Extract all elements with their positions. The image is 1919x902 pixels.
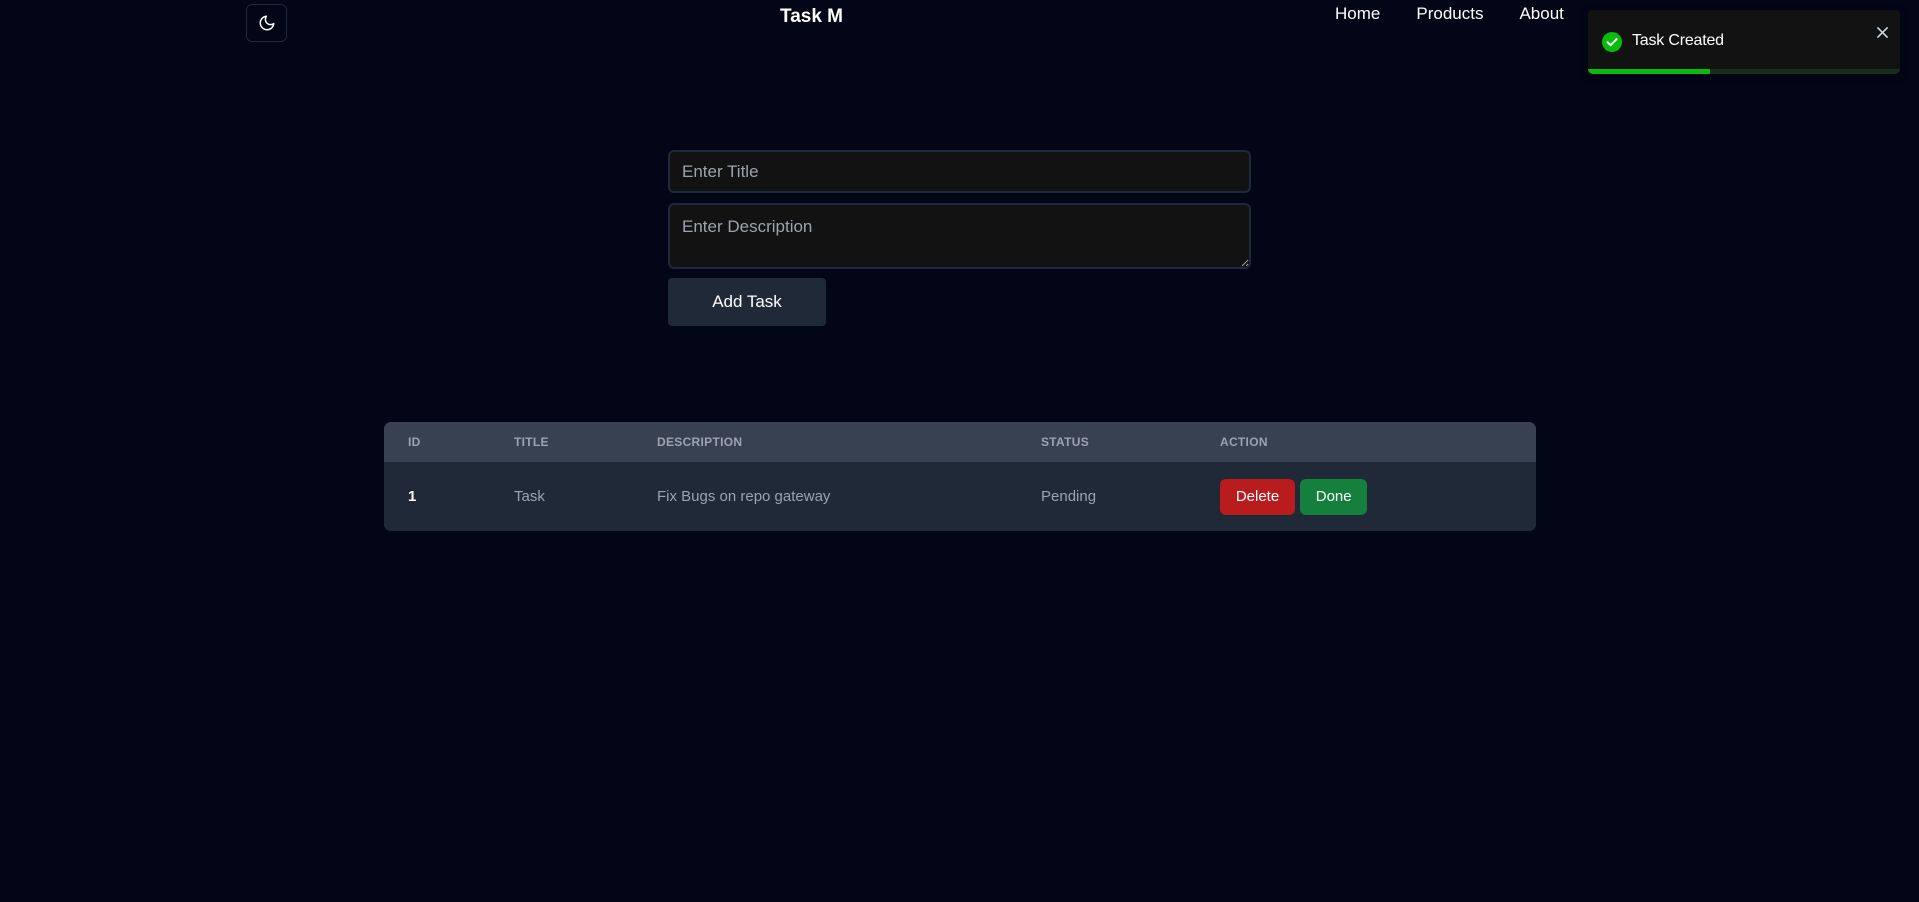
moon-icon	[259, 15, 274, 31]
toast-progress-track	[1588, 69, 1900, 74]
cell-status: Pending	[1041, 488, 1097, 505]
nav-link-home[interactable]: Home	[1335, 4, 1380, 28]
description-input[interactable]	[668, 203, 1251, 269]
page: Task M Home Products About Task Created …	[0, 0, 1919, 902]
cell-action: Delete Done	[1196, 462, 1536, 531]
header-title: TITLE	[514, 435, 549, 449]
success-toast[interactable]: Task Created	[1588, 10, 1900, 74]
delete-button[interactable]: Delete	[1220, 478, 1295, 515]
nav-link-about[interactable]: About	[1519, 4, 1563, 28]
header-id: ID	[408, 435, 421, 449]
task-form: Add Task	[668, 150, 1251, 326]
task-table: ID TITLE DESCRIPTION STATUS ACTION 1 Tas…	[384, 422, 1536, 531]
title-input[interactable]	[668, 150, 1251, 193]
cell-title: Task	[514, 488, 545, 505]
main-nav: Home Products About	[1335, 4, 1600, 28]
add-task-button[interactable]: Add Task	[668, 278, 826, 326]
toast-progress-bar	[1588, 69, 1710, 74]
check-circle-icon	[1602, 32, 1622, 52]
close-icon	[1876, 26, 1888, 38]
table-row: 1 Task Fix Bugs on repo gateway Pending …	[384, 462, 1536, 531]
toast-message: Task Created	[1632, 32, 1724, 49]
header-action: ACTION	[1220, 435, 1268, 449]
brand-title: Task M	[780, 6, 844, 27]
toast-close-button[interactable]	[1874, 24, 1890, 40]
header-status: STATUS	[1041, 435, 1090, 449]
header-description: DESCRIPTION	[657, 435, 743, 449]
cell-description: Fix Bugs on repo gateway	[657, 488, 831, 505]
theme-toggle-button[interactable]	[246, 4, 287, 42]
table-header-row: ID TITLE DESCRIPTION STATUS ACTION	[384, 422, 1536, 462]
cell-id: 1	[408, 488, 417, 505]
nav-link-products[interactable]: Products	[1416, 4, 1483, 28]
done-button[interactable]: Done	[1300, 478, 1368, 515]
